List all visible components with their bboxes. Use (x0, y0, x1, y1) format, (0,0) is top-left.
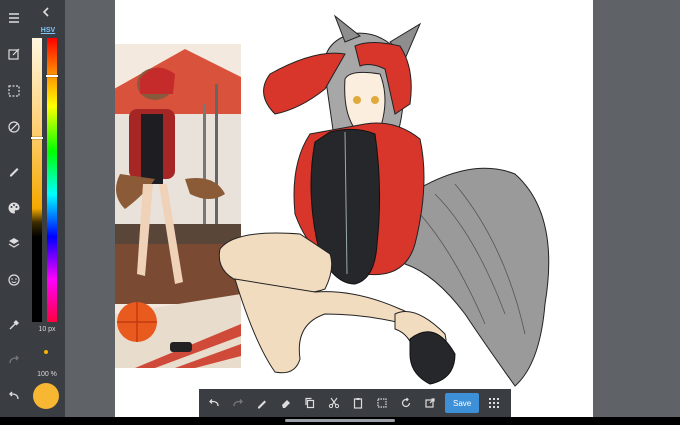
edit-layer-icon (8, 48, 20, 60)
layers-button[interactable] (4, 233, 24, 253)
zoom-label[interactable]: 100 % (29, 371, 65, 378)
brush-button[interactable] (4, 161, 24, 181)
left-toolbar (0, 0, 29, 417)
eraser-icon (282, 400, 290, 408)
hue-slider-marker[interactable] (46, 74, 58, 77)
transform-button[interactable] (4, 117, 24, 137)
selection-icon (8, 85, 20, 97)
edit-layer-button[interactable] (4, 44, 24, 64)
artwork[interactable] (205, 14, 565, 402)
value-slider[interactable] (31, 38, 43, 322)
pencil-button[interactable] (253, 392, 271, 414)
pencil-icon (258, 400, 266, 409)
brush-size-preview (44, 350, 48, 354)
palette-button[interactable] (4, 198, 24, 218)
color-panel: HSV 10 px 100 % (29, 0, 65, 417)
color-mode-label[interactable]: HSV (35, 27, 61, 34)
export-icon (425, 398, 435, 408)
layers-icon (8, 238, 20, 248)
redo-icon (233, 399, 243, 407)
brush-icon (10, 168, 19, 177)
cut-icon (328, 397, 340, 409)
eyedropper-icon (9, 320, 19, 330)
export-button[interactable] (421, 392, 439, 414)
copy-button[interactable] (301, 392, 319, 414)
selection-button[interactable] (4, 81, 24, 101)
redo-icon (9, 355, 19, 364)
copy-icon (305, 397, 315, 409)
undo-icon (209, 399, 219, 407)
save-button[interactable]: Save (445, 393, 480, 413)
menu-button[interactable] (4, 8, 24, 28)
redo-button[interactable] (229, 392, 247, 414)
emoji-button[interactable] (4, 270, 24, 290)
redo-button[interactable] (4, 350, 24, 370)
emoji-icon (8, 274, 20, 286)
chevron-left-icon (42, 7, 49, 17)
artwork-illustration (218, 14, 550, 387)
eraser-button[interactable] (277, 392, 295, 414)
collapse-panel-button[interactable] (35, 4, 57, 20)
eyedropper-button[interactable] (4, 315, 24, 335)
brush-size-label[interactable]: 10 px (29, 326, 65, 333)
cut-button[interactable] (325, 392, 343, 414)
current-color-swatch[interactable] (33, 383, 59, 409)
select-all-button[interactable] (373, 392, 391, 414)
grid-button[interactable] (485, 392, 503, 414)
rotate-button[interactable] (397, 392, 415, 414)
undo-button[interactable] (4, 386, 24, 406)
value-slider-marker[interactable] (31, 137, 43, 140)
grid-icon (489, 398, 500, 408)
undo-button[interactable] (205, 392, 223, 414)
bottom-toolbar: Save (199, 389, 511, 417)
paste-button[interactable] (349, 392, 367, 414)
select-all-icon (377, 398, 387, 408)
rotate-icon (401, 397, 411, 408)
palette-icon (8, 202, 20, 214)
hue-slider[interactable] (46, 38, 58, 322)
paste-icon (353, 398, 363, 409)
home-gesture-pill[interactable] (285, 419, 395, 422)
menu-icon (9, 13, 19, 23)
transform-icon (8, 121, 20, 133)
undo-icon (9, 391, 19, 400)
